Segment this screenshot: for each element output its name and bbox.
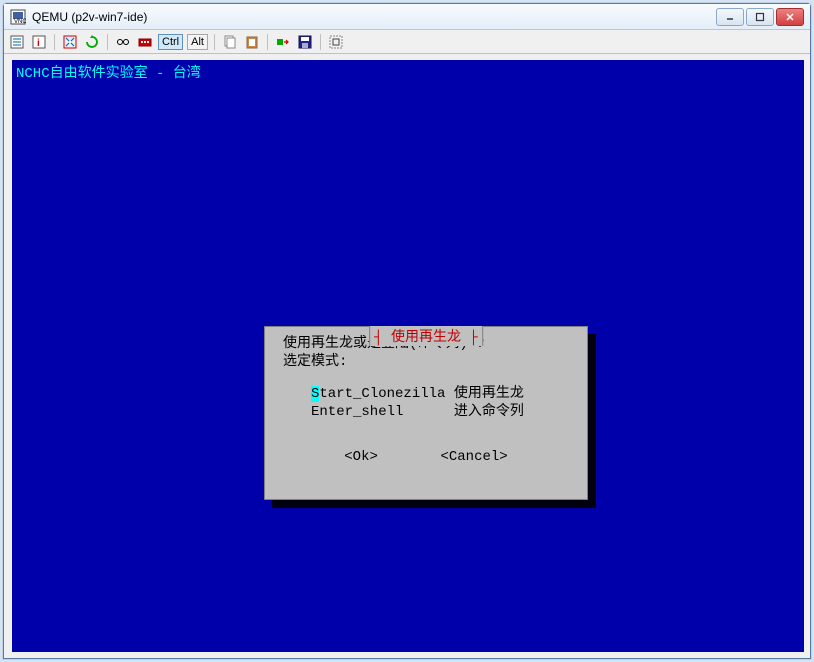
separator [214, 34, 215, 50]
separator [320, 34, 321, 50]
ctrl-toggle[interactable]: Ctrl [158, 34, 183, 50]
clipboard-paste-icon[interactable] [243, 33, 261, 51]
fullscreen-icon[interactable] [61, 33, 79, 51]
refresh-icon[interactable] [83, 33, 101, 51]
clipboard-copy-icon[interactable] [221, 33, 239, 51]
app-icon: VNC [10, 9, 26, 25]
info-icon[interactable]: i [30, 33, 48, 51]
cancel-button[interactable]: <Cancel> [440, 449, 507, 465]
ok-button[interactable]: <Ok> [344, 449, 378, 465]
separator [267, 34, 268, 50]
dialog-buttons: <Ok> <Cancel> [283, 449, 569, 465]
dialog-body: 使用再生龙或是登陆(命令列) ? 选定模式: Start_Clonezilla … [265, 327, 587, 473]
minimize-button[interactable] [716, 8, 744, 26]
separator [107, 34, 108, 50]
dialog-line2: 选定模式: [283, 353, 569, 371]
svg-text:i: i [37, 38, 40, 49]
maximize-button[interactable] [746, 8, 774, 26]
save-icon[interactable] [296, 33, 314, 51]
dialog-menu: Start_Clonezilla 使用再生龙 Enter_shell 进入命令列 [311, 385, 569, 421]
menu-item-enter-shell[interactable]: Enter_shell 进入命令列 [311, 403, 569, 421]
send-keys-icon[interactable] [136, 33, 154, 51]
window-controls [716, 8, 804, 26]
dialog-title: ┤ 使用再生龙 ├ [369, 326, 483, 346]
terminal-area[interactable]: NCHC自由软件实验室 - 台湾 ┤ 使用再生龙 ├ 使用再生龙或是登陆(命令列… [12, 60, 804, 652]
ctrl-alt-del-icon[interactable] [114, 33, 132, 51]
scale-icon[interactable] [327, 33, 345, 51]
titlebar: VNC QEMU (p2v-win7-ide) [4, 4, 810, 30]
close-button[interactable] [776, 8, 804, 26]
terminal-header: NCHC自由软件实验室 - 台湾 [12, 60, 804, 84]
menu-item-start-clonezilla[interactable]: Start_Clonezilla 使用再生龙 [311, 385, 569, 403]
svg-text:VNC: VNC [14, 19, 26, 25]
clonezilla-dialog: ┤ 使用再生龙 ├ 使用再生龙或是登陆(命令列) ? 选定模式: Start_C… [264, 326, 588, 500]
alt-toggle[interactable]: Alt [187, 34, 208, 50]
separator [54, 34, 55, 50]
window-title: QEMU (p2v-win7-ide) [32, 10, 716, 24]
toolbar: i Ctrl Alt [4, 30, 810, 54]
transfer-icon[interactable] [274, 33, 292, 51]
qemu-window: VNC QEMU (p2v-win7-ide) i Ctrl Alt NCHC自… [3, 3, 811, 659]
options-icon[interactable] [8, 33, 26, 51]
